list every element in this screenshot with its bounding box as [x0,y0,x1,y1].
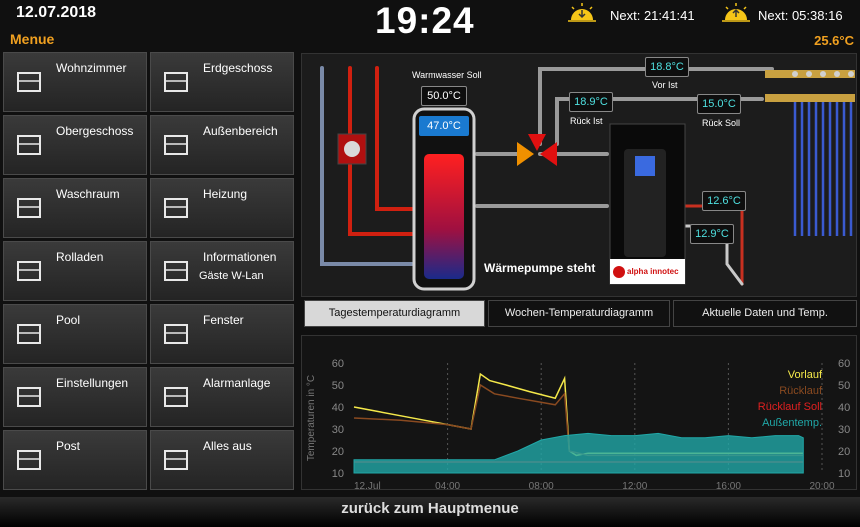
legend-entry: Vorlauf [788,369,823,381]
rueck-soll-value: 15.0°C [697,94,741,114]
heating-panel: Warmwasser Soll 50.0°C 47.0°C 18.8°C Vor… [301,53,857,297]
warmwasser-ist-value: 47.0°C [419,116,469,136]
menu-tile-label: Wohnzimmer [56,61,127,75]
warmwasser-soll-value: 50.0°C [421,86,467,106]
y-tick-label: 10 [332,468,344,480]
legend-entry: Rücklauf Soll [758,401,822,413]
window-icon [164,324,188,344]
menu-tile-obergeschoss[interactable]: Obergeschoss [3,115,147,175]
settings-icon [17,387,41,407]
y-tick-label-right: 10 [838,468,850,480]
menu-tile-informationen[interactable]: Informationen Gäste W-Lan [150,241,294,301]
warmwasser-label: Warmwasser Soll [412,70,482,80]
menu-tile-label: Heizung [203,187,248,201]
temperature-chart-svg: 10 10 20 20 30 30 40 40 50 50 60 60 12.Jul 04:00 08:00… [306,358,850,492]
temperature-chart: 10 10 20 20 30 30 40 40 50 50 60 60 12.Jul 04:00 08:00… [301,335,857,492]
menu-tile-label: Einstellungen [56,376,129,390]
menu-tile-einstellungen[interactable]: Einstellungen [3,367,147,427]
menu-tile-alles-aus[interactable]: Alles aus [150,430,294,490]
menu-tile-sublabel: Gäste W-Lan [199,270,264,282]
menu-tile-label: Alarmanlage [203,376,271,390]
series-area-aussentemp [353,432,804,474]
menu-tile-alarmanlage[interactable]: Alarmanlage [150,367,294,427]
rueck-ist-value: 18.9°C [569,92,613,112]
y-tick-label: 50 [332,380,344,392]
menu-tile-label: Alles aus [203,439,252,453]
menu-title: Menue [10,31,55,47]
vor-ist-value: 18.8°C [645,57,689,77]
menu-tile-label: Außenbereich [203,124,278,138]
menu-tile-wohnzimmer[interactable]: Wohnzimmer [3,52,147,112]
y-tick-label-right: 50 [838,380,850,392]
x-tick-label: 12.Jul [354,481,381,491]
x-tick-label: 16:00 [716,481,741,491]
floor-heating-manifold [765,70,855,236]
menu-tile-label: Rolladen [56,250,104,264]
menu-tile-label: Post [56,439,81,453]
sunrise-icon [722,3,750,22]
sunset-icon [568,3,596,22]
rueck-ist-label: Rück Ist [570,116,603,126]
temp-sensor-1-value: 12.6°C [702,191,746,211]
y-tick-label: 60 [332,358,344,370]
menu-tile-pool[interactable]: Pool [3,304,147,364]
sunset-next-time: Next: 21:41:41 [610,8,695,23]
menu-tile-waschraum[interactable]: Waschraum [3,178,147,238]
pool-icon [17,324,41,344]
menu-tile-heizung[interactable]: Heizung [150,178,294,238]
tab-current-data[interactable]: Aktuelle Daten und Temp. [673,300,857,327]
heater-icon [164,198,188,218]
menu-tile-label: Waschraum [56,187,120,201]
garden-icon [164,135,188,155]
y-tick-label-right: 20 [838,446,850,458]
x-tick-label: 12:00 [622,481,647,491]
menu-tile-label: Fenster [203,313,244,327]
y-tick-label-right: 30 [838,424,850,436]
menu-tile-rolladen[interactable]: Rolladen [3,241,147,301]
menu-tile-label: Pool [56,313,81,327]
back-to-main-menu-button[interactable]: zurück zum Hauptmenue [0,500,860,517]
sleep-icon [164,450,188,470]
outside-temperature: 25.6°C [814,33,854,48]
heatpump-status: Wärmepumpe steht [484,261,596,275]
sunrise-next-time: Next: 05:38:16 [758,8,843,23]
temp-sensor-2-value: 12.9°C [690,224,734,244]
tab-day-diagram[interactable]: Tagestemperaturdiagramm [304,300,485,327]
x-tick-label: 20:00 [809,481,834,491]
x-tick-label: 08:00 [529,481,554,491]
menu-tile-erdgeschoss[interactable]: Erdgeschoss [150,52,294,112]
vor-ist-label: Vor Ist [652,80,678,90]
menu-tile-label: Erdgeschoss [203,61,273,75]
washing-machine-icon [17,198,41,218]
clock: 19:24 [375,0,475,41]
wifi-icon [164,261,188,281]
y-tick-label: 20 [332,446,344,458]
menu-tile-außenbereich[interactable]: Außenbereich [150,115,294,175]
menu-tile-fenster[interactable]: Fenster [150,304,294,364]
menu-tile-post[interactable]: Post [3,430,147,490]
y-axis-label: Temperaturen in °C [306,375,317,461]
tab-week-diagram[interactable]: Wochen-Temperaturdiagramm [488,300,670,327]
house-upper-icon [17,135,41,155]
house-icon [164,72,188,92]
x-tick-label: 04:00 [435,481,460,491]
tv-icon [17,72,41,92]
y-tick-label-right: 40 [838,402,850,414]
y-tick-label: 40 [332,402,344,414]
lock-icon [164,387,188,407]
legend-entry: Außentemp. [762,417,822,429]
rueck-soll-label: Rück Soll [702,118,741,128]
shutter-icon [17,261,41,281]
y-tick-label: 30 [332,424,344,436]
y-tick-label-right: 60 [838,358,850,370]
brand-logo: alpha innotec [627,267,679,276]
legend-entry: Rücklauf [779,385,823,397]
date: 12.07.2018 [16,4,97,21]
menu-tile-label: Obergeschoss [56,124,134,138]
menu-tile-label: Informationen [203,250,277,264]
mail-icon [17,450,41,470]
